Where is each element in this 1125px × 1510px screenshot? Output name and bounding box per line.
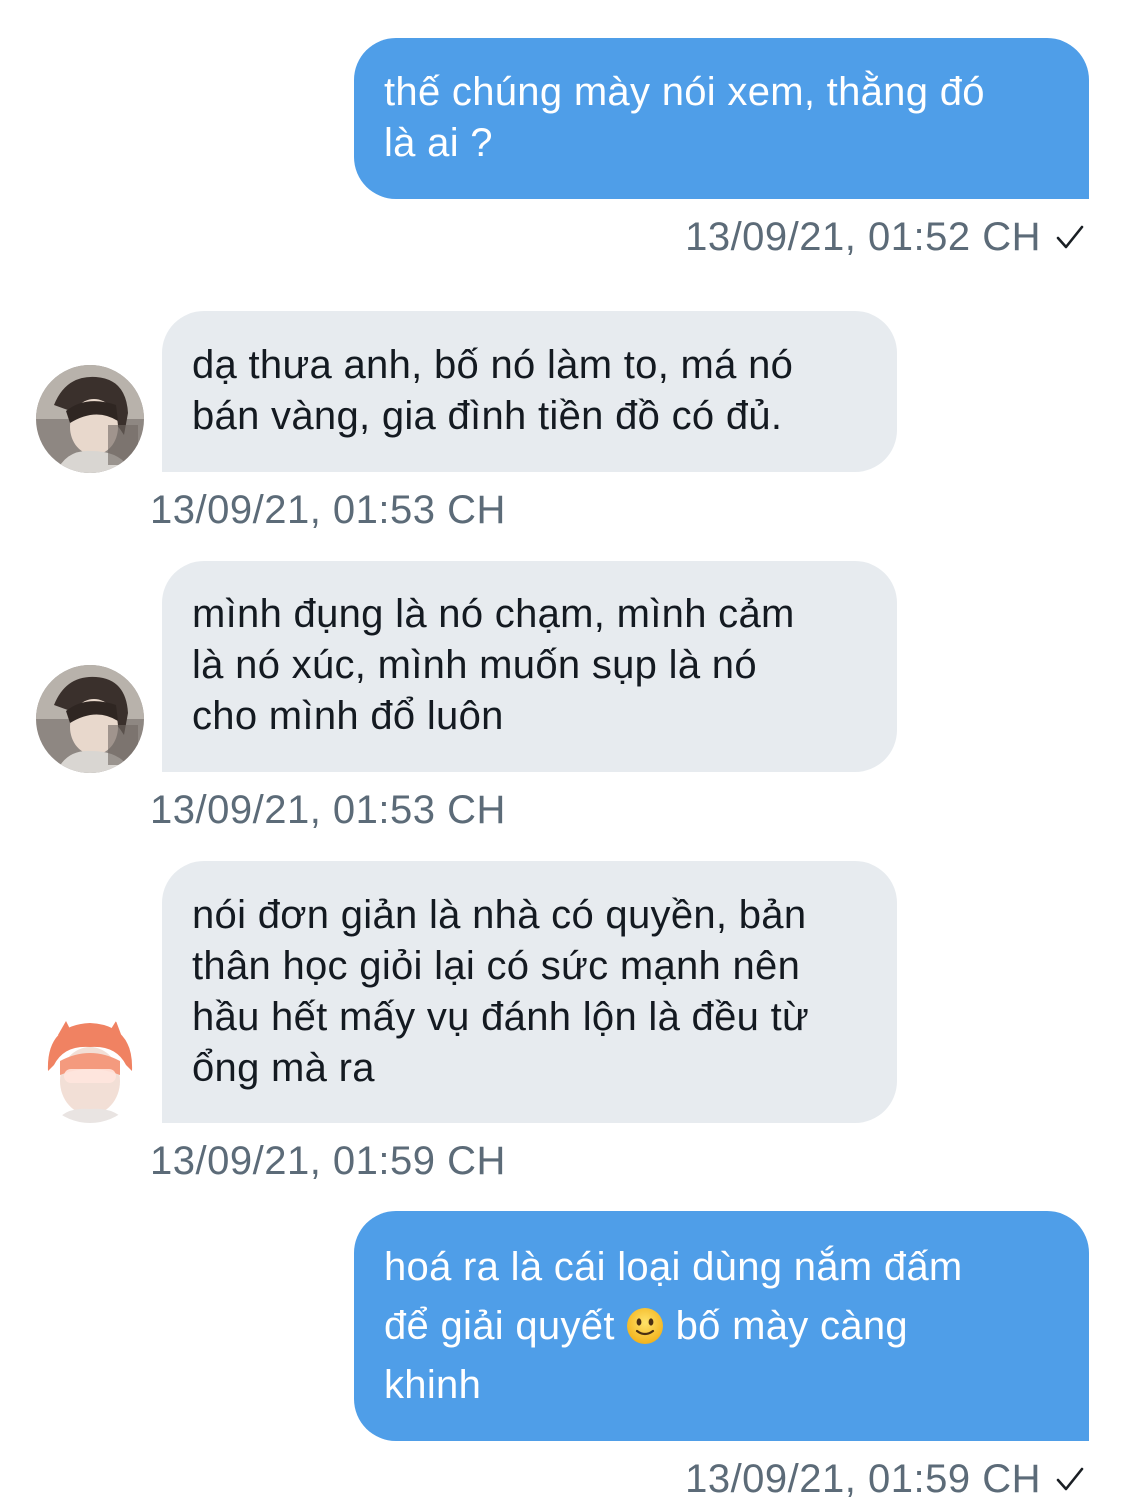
- message-bubble-incoming[interactable]: mình đụng là nó chạm, mình cảm là nó xúc…: [162, 561, 897, 772]
- slightly-smiling-face-icon: [626, 1303, 664, 1344]
- message-timestamp: 13/09/21, 01:53 CH: [150, 488, 506, 532]
- message-timestamp: 13/09/21, 01:59 CH: [150, 1139, 506, 1183]
- message-text-line: mình đụng là nó chạm, mình cảm: [192, 592, 795, 636]
- timestamp-text: 13/09/21, 01:52 CH: [685, 215, 1041, 259]
- avatar-dark-hair-icon: [36, 665, 144, 773]
- message-text-line: ổng mà ra: [192, 1046, 375, 1090]
- message-text-line: là ai ?: [384, 121, 493, 165]
- message-text-fragment: bố mày càng: [675, 1304, 908, 1348]
- message-text-fragment: để giải quyết: [384, 1304, 615, 1348]
- message-timestamp: 13/09/21, 01:53 CH: [150, 788, 506, 832]
- message-text-line: cho mình đổ luôn: [192, 694, 504, 738]
- message-text-line: thân học giỏi lại có sức mạnh nên: [192, 944, 801, 988]
- check-icon: [1055, 222, 1085, 252]
- message-text-line: nói đơn giản là nhà có quyền, bản: [192, 893, 807, 937]
- message-text-line: bán vàng, gia đình tiền đồ có đủ.: [192, 394, 783, 438]
- message-bubble-incoming[interactable]: nói đơn giản là nhà có quyền, bản thân h…: [162, 861, 897, 1123]
- message-text-line: khinh: [384, 1363, 482, 1407]
- avatar-dark-hair-icon: [36, 365, 144, 473]
- avatar[interactable]: [36, 665, 144, 773]
- message-text-line: là nó xúc, mình muốn sụp là nó: [192, 643, 757, 687]
- message-bubble-outgoing[interactable]: hoá ra là cái loại dùng nắm đấm để giải …: [354, 1211, 1089, 1441]
- message-text-line-with-emoji: để giải quyết bố mày càng: [384, 1297, 1059, 1356]
- message-timestamp: 13/09/21, 01:59 CH: [685, 1455, 1085, 1503]
- message-text-line: thế chúng mày nói xem, thằng đó: [384, 70, 985, 114]
- message-bubble-outgoing[interactable]: thế chúng mày nói xem, thằng đó là ai ?: [354, 38, 1089, 199]
- message-text-line: dạ thưa anh, bố nó làm to, má nó: [192, 343, 794, 387]
- avatar-orange-hair-icon: [36, 1015, 144, 1123]
- timestamp-text: 13/09/21, 01:59 CH: [685, 1457, 1041, 1501]
- check-icon: [1055, 1464, 1085, 1494]
- avatar[interactable]: [36, 1015, 144, 1123]
- message-text-line: hầu hết mấy vụ đánh lộn là đều từ: [192, 995, 810, 1039]
- message-bubble-incoming[interactable]: dạ thưa anh, bố nó làm to, má nó bán vàn…: [162, 311, 897, 472]
- avatar[interactable]: [36, 365, 144, 473]
- message-text-line: hoá ra là cái loại dùng nắm đấm: [384, 1245, 963, 1289]
- message-timestamp: 13/09/21, 01:52 CH: [685, 213, 1085, 261]
